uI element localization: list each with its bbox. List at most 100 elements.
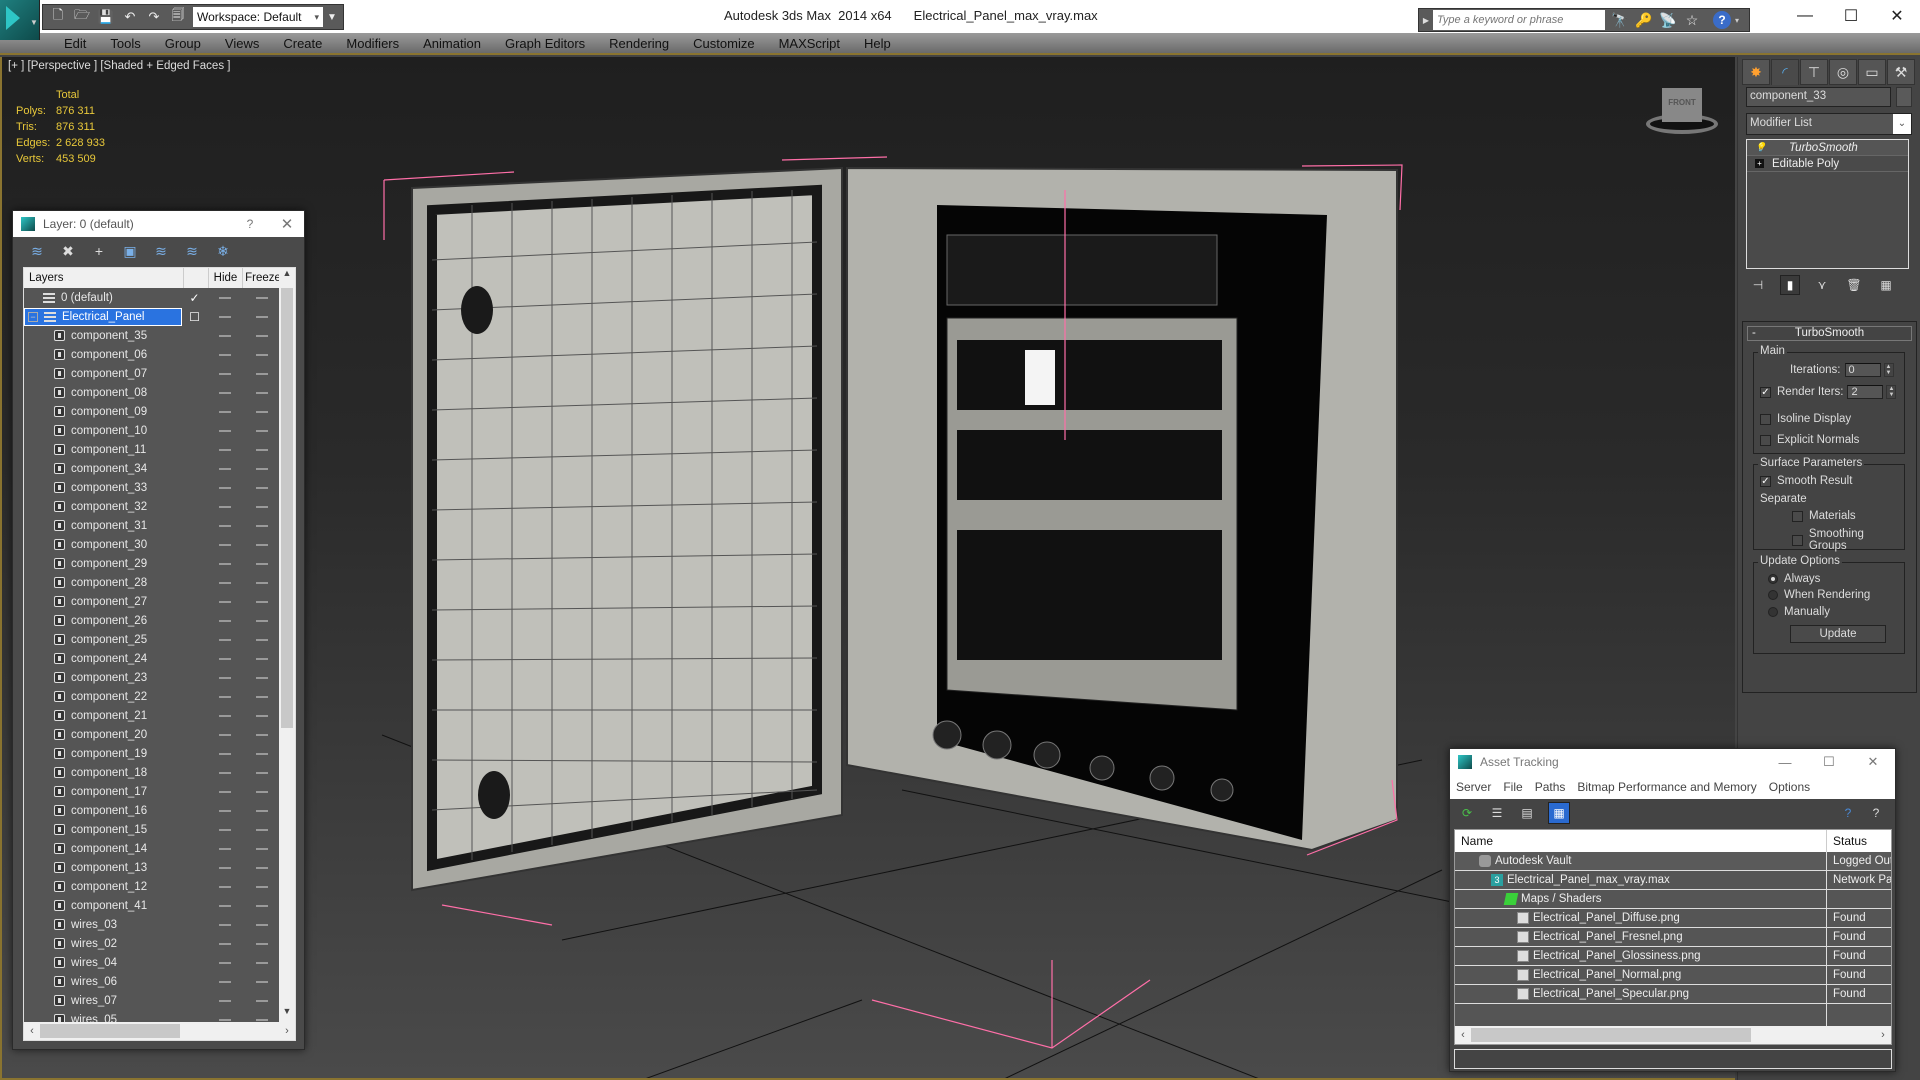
scroll-left-icon[interactable]: ‹ (24, 1025, 40, 1037)
delete-layer-icon[interactable]: ✖ (58, 241, 78, 261)
dialog-title-bar[interactable]: Layer: 0 (default) ? ✕ (13, 211, 304, 237)
column-freeze[interactable]: Freeze (243, 268, 283, 288)
freeze-toggle[interactable] (243, 714, 280, 717)
freeze-toggle[interactable] (243, 733, 280, 736)
maximize-button[interactable]: ☐ (1807, 754, 1851, 770)
hide-toggle[interactable] (207, 486, 244, 489)
asset-row[interactable]: Electrical_Panel_Glossiness.png Found (1455, 947, 1891, 966)
freeze-toggle[interactable] (243, 562, 280, 565)
object-color-swatch[interactable] (1896, 87, 1912, 107)
asset-row[interactable]: Electrical_Panel_Normal.png Found (1455, 966, 1891, 985)
freeze-toggle[interactable] (243, 771, 280, 774)
hide-toggle[interactable] (207, 733, 244, 736)
configure-modifier-sets-icon[interactable]: ▦ (1876, 275, 1896, 295)
object-name-field[interactable]: component_33 (1746, 87, 1891, 107)
object-row[interactable]: component_17 (24, 782, 280, 801)
update-always-radio[interactable] (1768, 574, 1778, 584)
object-row[interactable]: component_32 (24, 497, 280, 516)
hide-toggle[interactable] (207, 942, 244, 945)
freeze-toggle[interactable] (243, 1018, 280, 1021)
hide-toggle[interactable] (207, 961, 244, 964)
hide-toggle[interactable] (207, 695, 244, 698)
display-tab-icon[interactable]: ▭ (1858, 59, 1886, 85)
binoculars-search-icon[interactable]: 🔭 (1611, 11, 1629, 29)
remove-modifier-icon[interactable]: 🗑 (1844, 275, 1864, 295)
modify-tab-icon[interactable]: ◜ (1771, 59, 1799, 85)
column-status[interactable]: Status (1827, 834, 1867, 848)
object-row[interactable]: component_31 (24, 516, 280, 535)
open-file-icon[interactable]: 🗁 (71, 7, 93, 27)
update-when-rendering-radio[interactable] (1768, 590, 1778, 600)
freeze-toggle[interactable] (243, 847, 280, 850)
freeze-toggle[interactable] (243, 524, 280, 527)
object-row[interactable]: component_09 (24, 402, 280, 421)
hide-toggle[interactable] (207, 809, 244, 812)
freeze-toggle[interactable] (243, 391, 280, 394)
hide-toggle[interactable] (207, 448, 244, 451)
freeze-toggle[interactable] (243, 942, 280, 945)
highlight-selected-layer-icon[interactable]: ≋ (151, 241, 171, 261)
satellite-icon[interactable]: 📡 (1659, 11, 1677, 29)
hide-toggle[interactable] (207, 657, 244, 660)
star-icon[interactable]: ☆ (1683, 11, 1701, 29)
freeze-toggle[interactable] (243, 448, 280, 451)
object-row[interactable]: component_14 (24, 839, 280, 858)
search-input[interactable] (1433, 10, 1605, 30)
hide-toggle[interactable] (207, 353, 244, 356)
scroll-right-icon[interactable]: › (1875, 1029, 1891, 1041)
hide-toggle[interactable] (207, 410, 244, 413)
save-icon[interactable]: 💾 (95, 7, 117, 27)
freeze-toggle[interactable] (243, 296, 280, 299)
object-row[interactable]: component_29 (24, 554, 280, 573)
object-row[interactable]: component_26 (24, 611, 280, 630)
iterations-spinner[interactable]: 0 (1844, 363, 1881, 377)
freeze-toggle[interactable] (243, 505, 280, 508)
help-button[interactable]: ? (230, 217, 270, 231)
render-iters-checkbox[interactable]: ✓ (1760, 386, 1771, 398)
key-icon[interactable]: 🔑 (1635, 11, 1653, 29)
freeze-toggle[interactable] (243, 980, 280, 983)
create-tab-icon[interactable]: ✸ (1742, 59, 1770, 85)
hide-toggle[interactable] (207, 315, 244, 318)
smoothing-groups-checkbox[interactable] (1792, 534, 1803, 546)
hide-toggle[interactable] (207, 505, 244, 508)
freeze-toggle[interactable] (243, 486, 280, 489)
scrollbar-thumb[interactable] (40, 1024, 180, 1038)
hide-toggle[interactable] (207, 923, 244, 926)
help-globe-icon[interactable]: ? (1839, 804, 1857, 822)
hide-toggle[interactable] (207, 790, 244, 793)
object-row[interactable]: component_20 (24, 725, 280, 744)
asset-menu-server[interactable]: Server (1456, 780, 1491, 794)
freeze-toggle[interactable] (243, 904, 280, 907)
object-row[interactable]: component_07 (24, 364, 280, 383)
freeze-toggle[interactable] (243, 334, 280, 337)
expand-plus-icon[interactable]: + (1755, 159, 1764, 168)
close-button[interactable]: ✕ (1874, 0, 1920, 32)
hide-toggle[interactable] (207, 771, 244, 774)
hide-toggle[interactable] (207, 296, 244, 299)
rollout-header[interactable]: - TurboSmooth (1747, 326, 1912, 341)
object-row[interactable]: component_28 (24, 573, 280, 592)
hide-toggle[interactable] (207, 999, 244, 1002)
freeze-toggle[interactable] (243, 676, 280, 679)
hide-toggle[interactable] (207, 562, 244, 565)
asset-row[interactable]: Electrical_Panel_Specular.png Found (1455, 985, 1891, 1004)
menu-help[interactable]: Help (852, 33, 903, 53)
hide-toggle[interactable] (207, 1018, 244, 1021)
close-button[interactable]: ✕ (270, 215, 304, 233)
object-row[interactable]: component_10 (24, 421, 280, 440)
hide-toggle[interactable] (207, 638, 244, 641)
update-button[interactable]: Update (1790, 625, 1886, 643)
app-menu-button[interactable]: ▼ (0, 0, 40, 40)
hide-toggle[interactable] (207, 581, 244, 584)
list-view-icon[interactable]: ☰ (1488, 804, 1506, 822)
object-row[interactable]: component_23 (24, 668, 280, 687)
help-icon[interactable]: ? (1867, 804, 1885, 822)
viewcube-face[interactable]: FRONT (1662, 88, 1702, 122)
object-row[interactable]: component_15 (24, 820, 280, 839)
object-row[interactable]: component_33 (24, 478, 280, 497)
motion-tab-icon[interactable]: ◎ (1829, 59, 1857, 85)
stack-item-turbosmooth[interactable]: 💡 TurboSmooth (1747, 140, 1908, 156)
refresh-icon[interactable]: ⟳ (1458, 804, 1476, 822)
asset-path-field[interactable] (1454, 1049, 1892, 1069)
